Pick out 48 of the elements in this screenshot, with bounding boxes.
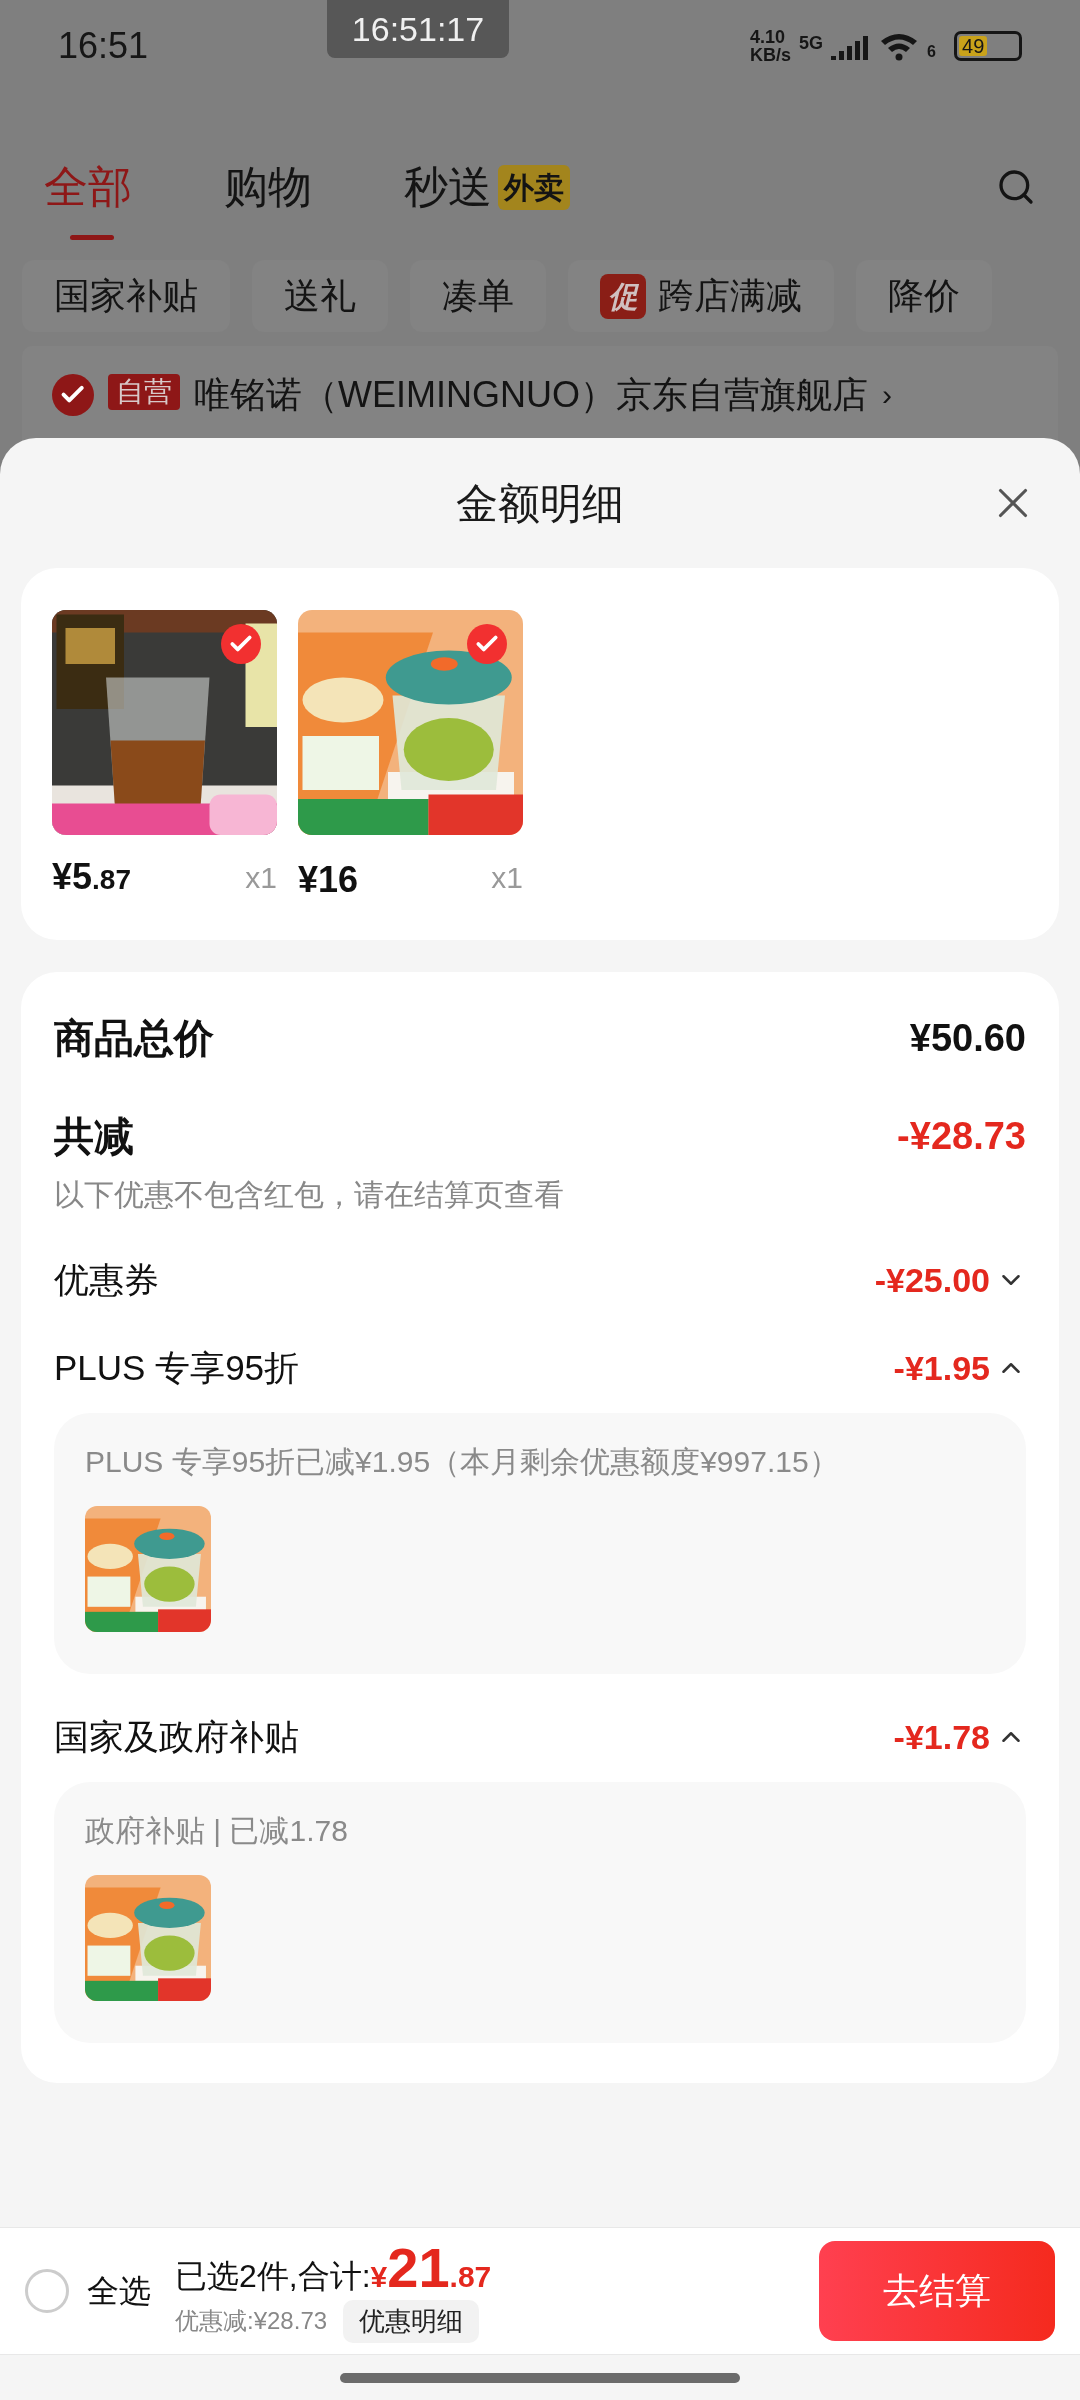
- store-name: 唯铭诺（WEIMINGNUO）京东自营旗舰店: [194, 374, 868, 416]
- selected-summary: 已选2件,合计:: [175, 2256, 371, 2296]
- select-all-label[interactable]: 全选: [87, 2267, 151, 2315]
- home-indicator[interactable]: [340, 2372, 740, 2383]
- search-icon[interactable]: [996, 167, 1036, 207]
- filter-chip[interactable]: 凑单: [410, 260, 546, 332]
- tab[interactable]: 购物: [224, 154, 312, 220]
- total-price: ¥21.87: [370, 2239, 492, 2299]
- saved-amount: 优惠减:¥28.73: [175, 2306, 328, 2336]
- total-amount: ¥50.60: [909, 1015, 1026, 1061]
- discount-amount: -¥1.95: [893, 1347, 990, 1389]
- product-price: ¥16: [298, 860, 359, 900]
- product-price: ¥5.87: [52, 857, 131, 899]
- product-quantity: x1: [491, 860, 523, 896]
- tab-indicator: [70, 235, 114, 240]
- wifi-label: 6: [927, 42, 936, 62]
- battery-level: 49: [962, 34, 985, 59]
- network-speed: 4.10: [750, 28, 787, 46]
- discount-label: 优惠券: [54, 1258, 159, 1301]
- discount-label: PLUS 专享95折: [54, 1346, 300, 1389]
- filter-chip[interactable]: 促 跨店满减: [568, 260, 834, 332]
- network-speed-unit: KB/s: [750, 46, 792, 64]
- network-type: 5G: [799, 32, 824, 55]
- filter-chip[interactable]: 送礼: [252, 260, 388, 332]
- tab[interactable]: 秒送 外卖: [404, 154, 570, 220]
- discount-detail: PLUS 专享95折已减¥1.95（本月剩余优惠额度¥997.15）: [85, 1444, 840, 1480]
- store-tag: 自营: [108, 374, 180, 410]
- check-icon[interactable]: [52, 374, 94, 416]
- reduction-amount: -¥28.73: [897, 1113, 1026, 1159]
- product-quantity: x1: [245, 860, 277, 896]
- checkout-button[interactable]: 去结算: [819, 2241, 1055, 2341]
- wifi-icon: [879, 31, 920, 61]
- status-time: 16:51: [58, 24, 149, 68]
- reduction-label: 共减: [54, 1113, 134, 1160]
- sheet-title: 金额明细: [456, 478, 624, 529]
- discount-details-button[interactable]: 优惠明细: [343, 2299, 480, 2343]
- discount-label: 国家及政府补贴: [54, 1715, 299, 1758]
- discount-detail: 政府补贴 | 已减1.78: [85, 1813, 349, 1849]
- tab-badge: 外卖: [498, 164, 570, 210]
- discount-amount: -¥1.78: [893, 1716, 990, 1758]
- discount-amount: -¥25.00: [874, 1259, 990, 1301]
- promo-tag: 促: [600, 273, 646, 319]
- filter-chip[interactable]: 降价: [856, 260, 992, 332]
- total-label: 商品总价: [54, 1015, 214, 1062]
- reduction-note: 以下优惠不包含红包，请在结算页查看: [54, 1177, 565, 1213]
- filter-chip[interactable]: 国家补贴: [22, 260, 230, 332]
- store-chevron[interactable]: ›: [882, 374, 892, 416]
- clock-overlay: 16:51:17: [327, 0, 509, 58]
